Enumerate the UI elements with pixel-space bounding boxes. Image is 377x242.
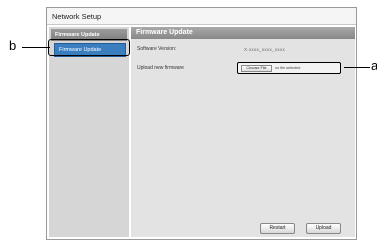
page-title: Firmware Update — [131, 27, 355, 39]
upload-firmware-label: Upload new firmware — [137, 65, 184, 71]
callout-box-b — [48, 39, 130, 56]
software-version-value: X.xxxx_xxxx_xxxx — [244, 47, 286, 52]
figure: Network Setup Firmware Update Firmware U… — [0, 0, 377, 242]
callout-label-a: a — [371, 58, 377, 73]
callout-line-b — [22, 47, 50, 48]
file-input-status: no file selected — [275, 66, 301, 70]
sidebar: Firmware Update Firmware Update — [49, 27, 129, 237]
callout-line-a — [344, 67, 370, 68]
main-panel: Firmware Update Software Version: X.xxxx… — [131, 27, 355, 237]
file-input-highlight: Choose File no file selected — [237, 62, 341, 74]
restart-button[interactable]: Restart — [260, 223, 295, 234]
choose-file-button[interactable]: Choose File — [241, 65, 272, 72]
upload-button[interactable]: Upload — [306, 223, 341, 234]
window-title: Network Setup — [47, 8, 356, 25]
callout-label-b: b — [9, 38, 17, 53]
software-version-label: Software Version: — [137, 46, 177, 52]
